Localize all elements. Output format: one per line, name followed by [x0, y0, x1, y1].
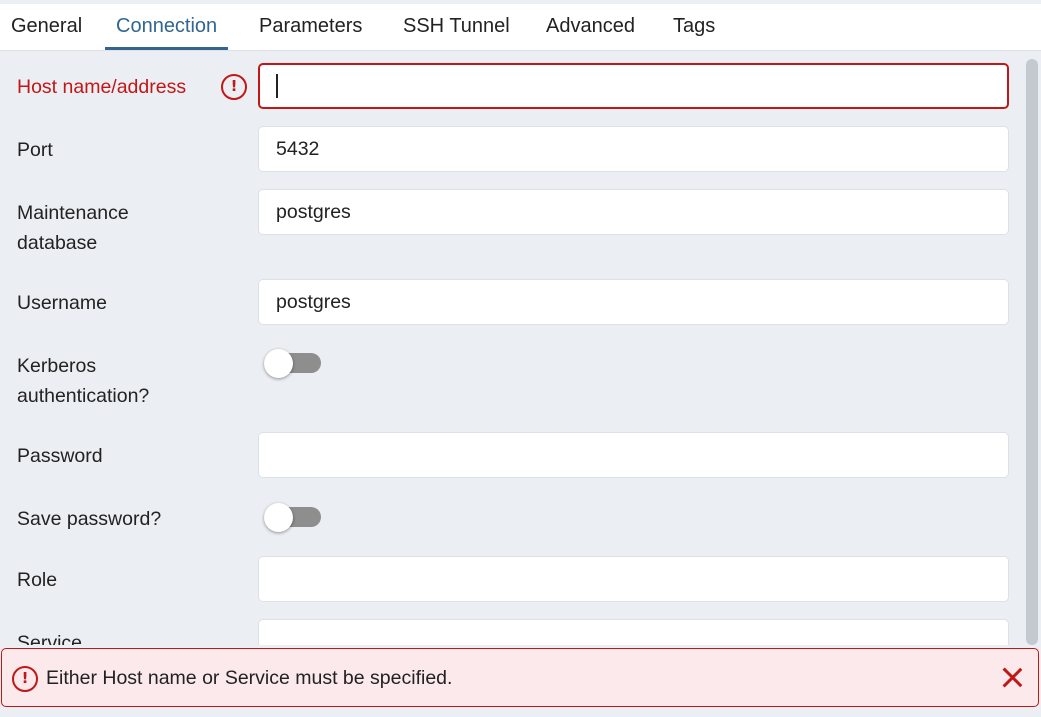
- alert-message: Either Host name or Service must be spec…: [46, 667, 453, 689]
- text-caret: [276, 74, 278, 98]
- host-error-icon: !: [221, 74, 247, 100]
- close-icon[interactable]: [999, 664, 1025, 690]
- password-label: Password: [17, 445, 103, 467]
- scrollbar-thumb[interactable]: [1026, 59, 1038, 645]
- host-label: Host name/address: [17, 76, 187, 98]
- kerberos-label-line2: authentication?: [17, 385, 150, 407]
- kerberos-toggle[interactable]: [264, 348, 321, 378]
- tab-parameters[interactable]: Parameters: [248, 4, 373, 50]
- role-input[interactable]: [258, 556, 1009, 602]
- port-input[interactable]: 5432: [258, 126, 1009, 172]
- kerberos-label-line1: Kerberos: [17, 355, 97, 377]
- bottom-strip: [0, 709, 1041, 717]
- service-input[interactable]: [258, 619, 1009, 645]
- role-label: Role: [17, 569, 58, 591]
- password-input[interactable]: [258, 432, 1009, 478]
- tab-connection[interactable]: Connection: [105, 4, 229, 50]
- tab-bar: General Connection Parameters SSH Tunnel…: [0, 0, 1041, 51]
- username-input[interactable]: postgres: [258, 279, 1009, 325]
- port-label: Port: [17, 139, 53, 161]
- host-input[interactable]: [258, 63, 1009, 109]
- connection-form: Host name/address ! Port 5432 Maintenanc…: [0, 51, 1023, 645]
- tab-ssh-tunnel[interactable]: SSH Tunnel: [392, 4, 521, 50]
- tab-tags[interactable]: Tags: [662, 4, 726, 50]
- maintenance-db-label-line2: database: [17, 232, 98, 254]
- service-label: Service: [17, 632, 83, 645]
- tab-advanced[interactable]: Advanced: [535, 4, 646, 50]
- form-scrollbar[interactable]: [1023, 51, 1041, 645]
- save-password-label: Save password?: [17, 508, 162, 530]
- username-label: Username: [17, 292, 107, 314]
- toggle-knob: [264, 503, 293, 532]
- save-password-toggle[interactable]: [264, 502, 321, 532]
- maintenance-db-input[interactable]: postgres: [258, 189, 1009, 235]
- alert-error-icon: !: [12, 666, 38, 692]
- tab-general[interactable]: General: [0, 4, 93, 50]
- maintenance-db-label-line1: Maintenance: [17, 202, 129, 224]
- toggle-knob: [264, 349, 293, 378]
- error-alert: ! Either Host name or Service must be sp…: [1, 648, 1039, 707]
